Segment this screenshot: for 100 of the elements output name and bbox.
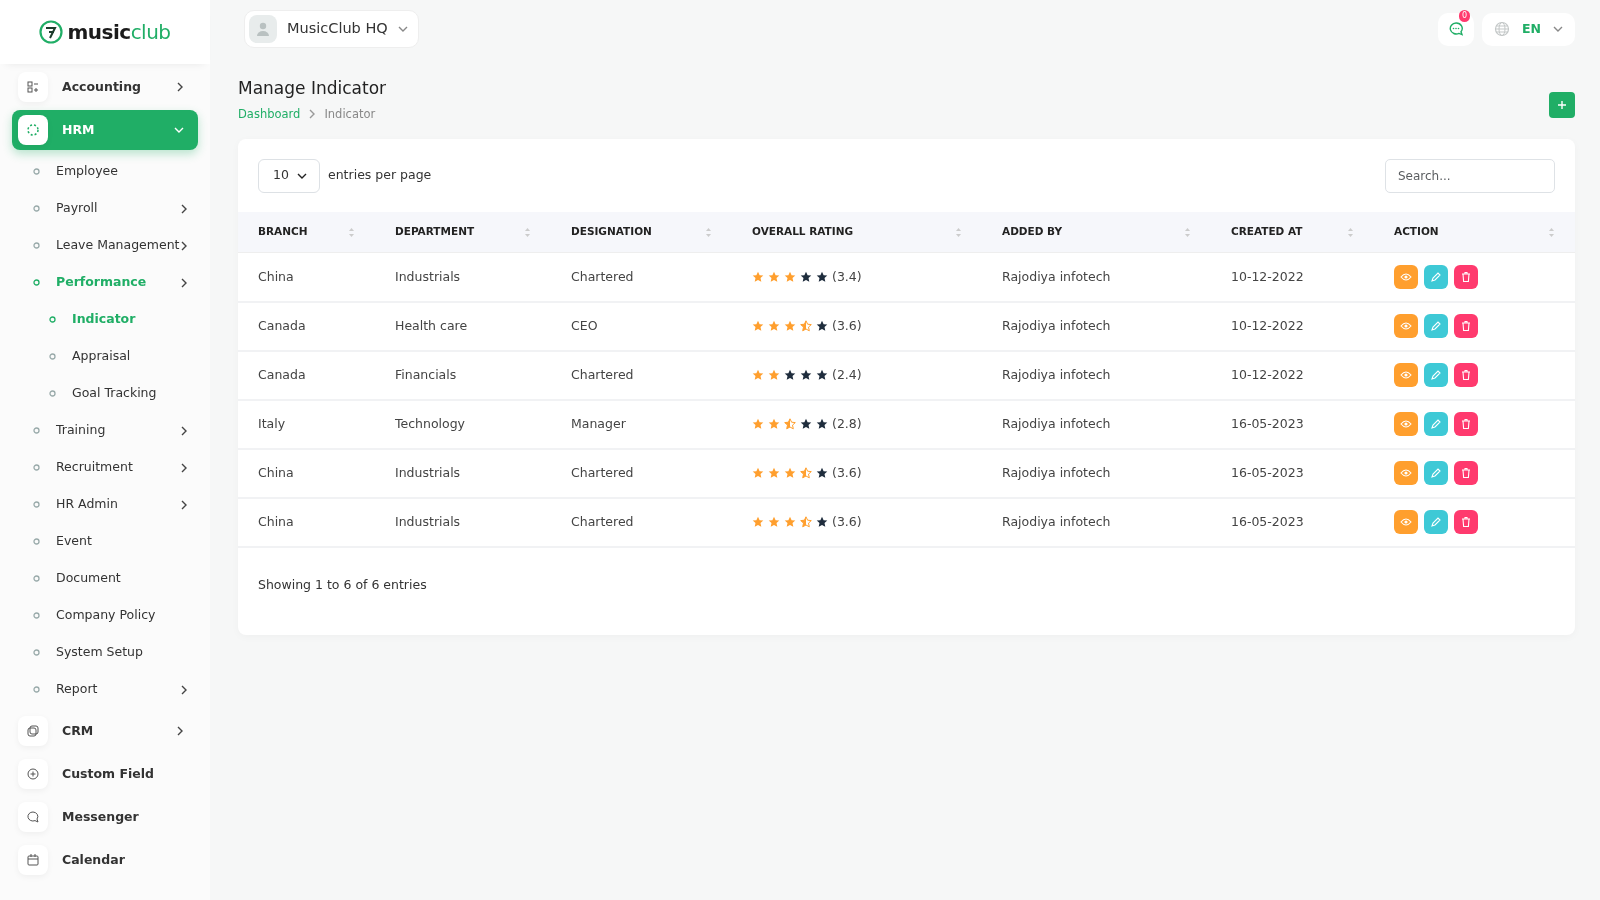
menu-item[interactable]: Custom Field [12, 754, 198, 794]
table-cell: Chartered [551, 252, 732, 302]
menu-item[interactable]: Training [0, 412, 210, 449]
chevron-right-icon [180, 277, 188, 288]
dot-icon [33, 649, 40, 656]
column-header: BRANCH [258, 224, 308, 240]
menu-item[interactable]: Accounting [12, 67, 198, 107]
table-cell: Canada [238, 350, 375, 400]
star-icon [768, 320, 780, 333]
globe-icon [1494, 21, 1510, 37]
pencil-icon [1430, 369, 1442, 382]
dot-icon [33, 575, 40, 582]
menu-item[interactable]: CRM [12, 711, 198, 751]
chevron-right-icon [308, 109, 317, 120]
sort-icon [1184, 226, 1191, 238]
dot-icon [33, 168, 40, 175]
table-cell: Rajodiya infotech [982, 350, 1211, 400]
grid-icon [26, 80, 40, 94]
star-icon [816, 418, 828, 431]
trash-icon [1460, 467, 1472, 480]
notification-badge: 0 [1458, 9, 1470, 22]
star-icon [800, 320, 812, 333]
menu-item[interactable]: Employee [0, 153, 210, 190]
user-icon [255, 21, 271, 37]
edit-button[interactable] [1424, 461, 1448, 486]
table-cell: Chartered [551, 497, 732, 547]
edit-button[interactable] [1424, 363, 1448, 388]
workspace-selector[interactable]: MusicClub HQ [244, 10, 419, 48]
dot-icon [33, 538, 40, 545]
eye-icon [1400, 271, 1412, 283]
rating-value: (2.8) [832, 414, 862, 433]
menu-item[interactable]: Appraisal [0, 338, 210, 375]
star-icon [816, 369, 828, 382]
trash-icon [1460, 418, 1472, 431]
view-button[interactable] [1394, 510, 1418, 535]
chevron-right-icon [180, 425, 188, 436]
menu-item[interactable]: Company Policy [0, 597, 210, 634]
menu-item[interactable]: Payroll [0, 190, 210, 227]
chat-icon [26, 810, 40, 824]
menu-item[interactable]: Report [0, 671, 210, 708]
star-icon [784, 467, 796, 480]
star-icon [784, 271, 796, 283]
view-button[interactable] [1394, 412, 1418, 437]
menu-item[interactable]: Calendar [12, 840, 198, 880]
menu-item[interactable]: Messenger [12, 797, 198, 837]
dot-icon [33, 279, 40, 286]
rating-value: (3.4) [832, 267, 862, 286]
edit-button[interactable] [1424, 412, 1448, 437]
table-cell: China [238, 448, 375, 498]
table-cell: Financials [375, 350, 551, 400]
menu-item[interactable]: Leave Management [0, 227, 210, 264]
table-cell: Rajodiya infotech [982, 448, 1211, 498]
delete-button[interactable] [1454, 314, 1478, 339]
delete-button[interactable] [1454, 412, 1478, 437]
sort-icon [705, 226, 712, 238]
menu-item[interactable]: Event [0, 523, 210, 560]
menu-item[interactable]: Recruitment [0, 449, 210, 486]
menu-item[interactable]: System Setup [0, 634, 210, 671]
sort-icon [1548, 226, 1555, 238]
table-cell: 16-05-2023 [1211, 448, 1374, 498]
star-icon [784, 369, 796, 382]
column-header: ACTION [1394, 224, 1439, 240]
dot-icon [33, 205, 40, 212]
search-field[interactable]: Search... [1385, 158, 1555, 193]
menu-item[interactable]: Goal Tracking [0, 375, 210, 412]
table-cell: Canada [238, 301, 375, 351]
delete-button[interactable] [1454, 510, 1478, 535]
page-size-select[interactable]: 10 [258, 158, 320, 193]
table-cell: Rajodiya infotech [982, 301, 1211, 351]
chevron-right-icon [180, 499, 188, 510]
dot-icon [33, 427, 40, 434]
edit-button[interactable] [1424, 510, 1448, 535]
delete-button[interactable] [1454, 265, 1478, 289]
view-button[interactable] [1394, 363, 1418, 388]
view-button[interactable] [1394, 265, 1418, 289]
edit-button[interactable] [1424, 265, 1448, 289]
chevron-down-icon [297, 171, 307, 180]
add-button[interactable] [1549, 92, 1575, 118]
star-icon [752, 369, 764, 382]
table-cell: Health care [375, 301, 551, 351]
star-icon [768, 467, 780, 480]
menu-item[interactable]: Document [0, 560, 210, 597]
delete-button[interactable] [1454, 461, 1478, 486]
delete-button[interactable] [1454, 363, 1478, 388]
trash-icon [1460, 369, 1472, 382]
view-button[interactable] [1394, 314, 1418, 339]
table-cell: Industrials [375, 448, 551, 498]
dot-icon [49, 353, 56, 360]
table-cell: Italy [238, 399, 375, 449]
logo-text: musicclub [67, 19, 171, 46]
menu-item[interactable]: HR Admin [0, 486, 210, 523]
sort-icon [524, 226, 531, 238]
dot-icon [49, 316, 56, 323]
star-icon [768, 271, 780, 283]
view-button[interactable] [1394, 461, 1418, 486]
star-icon [784, 516, 796, 529]
plus-icon [1557, 100, 1567, 110]
dot-icon [33, 242, 40, 249]
page-size-label: entries per page [328, 166, 432, 185]
edit-button[interactable] [1424, 314, 1448, 339]
